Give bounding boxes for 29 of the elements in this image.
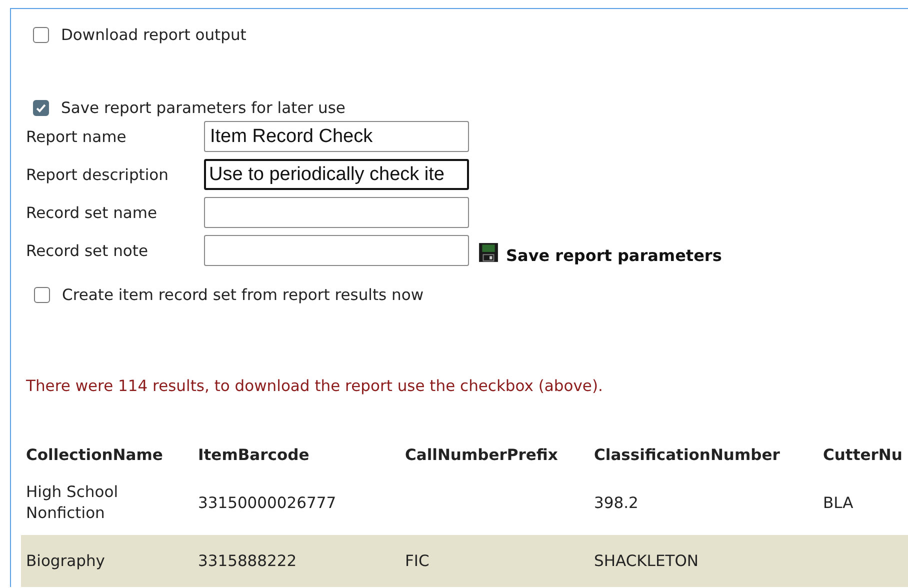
column-header: ClassificationNumber <box>594 446 780 464</box>
table-cell: 33150000026777 <box>198 494 336 512</box>
table-cell: 3315888222 <box>198 552 297 570</box>
checkbox-label: Download report output <box>61 26 246 44</box>
input-field[interactable] <box>204 197 469 228</box>
checkbox-label: Create item record set from report results now <box>62 286 424 304</box>
checkbox[interactable] <box>33 100 49 116</box>
checkbox-label: Save report parameters for later use <box>61 99 346 117</box>
save-button[interactable]: Save report parameters <box>478 242 722 265</box>
column-header: ItemBarcode <box>198 446 310 464</box>
field-label: Record set name <box>26 204 158 222</box>
input-field[interactable] <box>204 235 469 266</box>
field-label: Report description <box>26 166 170 184</box>
checkbox[interactable] <box>34 287 50 303</box>
column-header: CollectionName <box>26 446 163 464</box>
table-cell: Biography <box>26 552 105 570</box>
table-cell: 398.2 <box>594 494 638 512</box>
table-cell: SHACKLETON <box>594 552 699 570</box>
table-cell: High School Nonfiction <box>26 483 118 522</box>
table-cell: BLA <box>823 494 854 512</box>
input-field[interactable]: Item Record Check <box>204 121 469 152</box>
field-label: Report name <box>26 128 128 146</box>
input-field[interactable]: Use to periodically check ite <box>204 159 469 190</box>
column-header: CutterNu <box>823 446 902 464</box>
field-label: Record set note <box>26 242 150 260</box>
column-header: CallNumberPrefix <box>405 446 558 464</box>
results-message: There were 114 results, to download the report use the checkbox (above). <box>25 377 604 395</box>
table-cell: FIC <box>405 552 430 570</box>
checkbox[interactable] <box>33 27 49 43</box>
